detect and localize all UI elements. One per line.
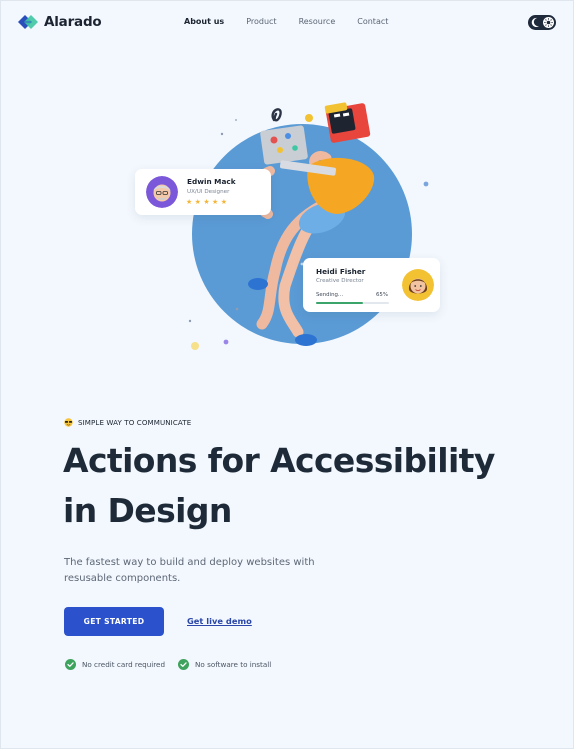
profile-card-edwin: Edwin Mack UX/UI Designer ★★★★★: [135, 169, 271, 215]
nav-links: About us Product Resource Contact: [184, 17, 410, 26]
woman-avatar-icon: [402, 269, 434, 301]
man-avatar-icon: [146, 176, 178, 208]
check-item: No software to install: [178, 659, 271, 670]
sun-icon: [544, 18, 553, 27]
figure-shoe: [248, 278, 268, 290]
decor-dot: [223, 339, 229, 345]
theme-toggle[interactable]: [528, 15, 556, 30]
floating-squiggle: [271, 108, 282, 122]
decor-dot: [235, 119, 237, 121]
live-demo-link[interactable]: Get live demo: [187, 616, 252, 626]
profile-role-edwin: UX/UI Designer: [187, 189, 230, 195]
check-circle-icon: [65, 659, 76, 670]
check-label: No software to install: [195, 660, 272, 669]
decor-dot: [423, 181, 429, 187]
headline-line-1: Actions for Accessibility: [63, 441, 495, 480]
laptop-sticker: [292, 145, 298, 151]
figure-laptop: [260, 125, 308, 165]
profile-role-heidi: Creative Director: [316, 278, 364, 284]
hero-eyebrow: SIMPLE WAY TO COMMUNICATE: [64, 418, 191, 427]
headline-line-2: in Design: [63, 491, 232, 530]
nav-link-resource[interactable]: Resource: [299, 17, 336, 26]
brand-name: Alarado: [44, 14, 102, 30]
profile-name-heidi: Heidi Fisher: [316, 267, 366, 276]
laptop-sticker: [285, 133, 291, 139]
nav-link-about-us[interactable]: About us: [184, 17, 224, 26]
hero-subtext: The fastest way to build and deploy webs…: [64, 557, 315, 584]
eyebrow-text: SIMPLE WAY TO COMMUNICATE: [78, 418, 192, 427]
rating-stars: ★★★★★: [186, 198, 230, 206]
check-item: No credit card required: [65, 659, 165, 670]
progress-track: [316, 302, 389, 304]
progress-fill: [316, 302, 364, 304]
check-circle-icon: [178, 659, 190, 670]
get-started-button[interactable]: GET STARTED: [64, 607, 164, 636]
logo-diamond-icon: [18, 15, 38, 29]
brand-logo[interactable]: Alarado: [18, 14, 102, 30]
check-label: No credit card required: [82, 660, 166, 669]
nav-link-product[interactable]: Product: [246, 17, 276, 26]
laptop-sticker: [270, 136, 278, 144]
profile-card-heidi: Heidi Fisher Creative Director Sending..…: [303, 258, 440, 312]
hero-headline: Actions for Accessibility in Design: [63, 436, 533, 536]
sunglasses-emoji-icon: [64, 418, 73, 427]
figure-shoe: [295, 334, 317, 346]
floating-emoji-orb: [305, 114, 313, 122]
decor-dot: [235, 307, 239, 311]
nav-link-contact[interactable]: Contact: [357, 17, 388, 26]
moon-icon: [531, 17, 539, 27]
decor-dot: [220, 132, 224, 136]
sending-percent: 65%: [376, 292, 388, 298]
decor-dot: [191, 342, 199, 350]
sending-label: Sending...: [316, 292, 344, 298]
hero-illustration: [188, 102, 429, 350]
feature-checks: No credit card required No software to i…: [65, 659, 271, 670]
decor-dot: [188, 319, 192, 323]
profile-name-edwin: Edwin Mack: [187, 177, 236, 186]
laptop-sticker: [277, 147, 283, 153]
top-nav: Alarado About us Product Resource Contac…: [0, 0, 574, 44]
